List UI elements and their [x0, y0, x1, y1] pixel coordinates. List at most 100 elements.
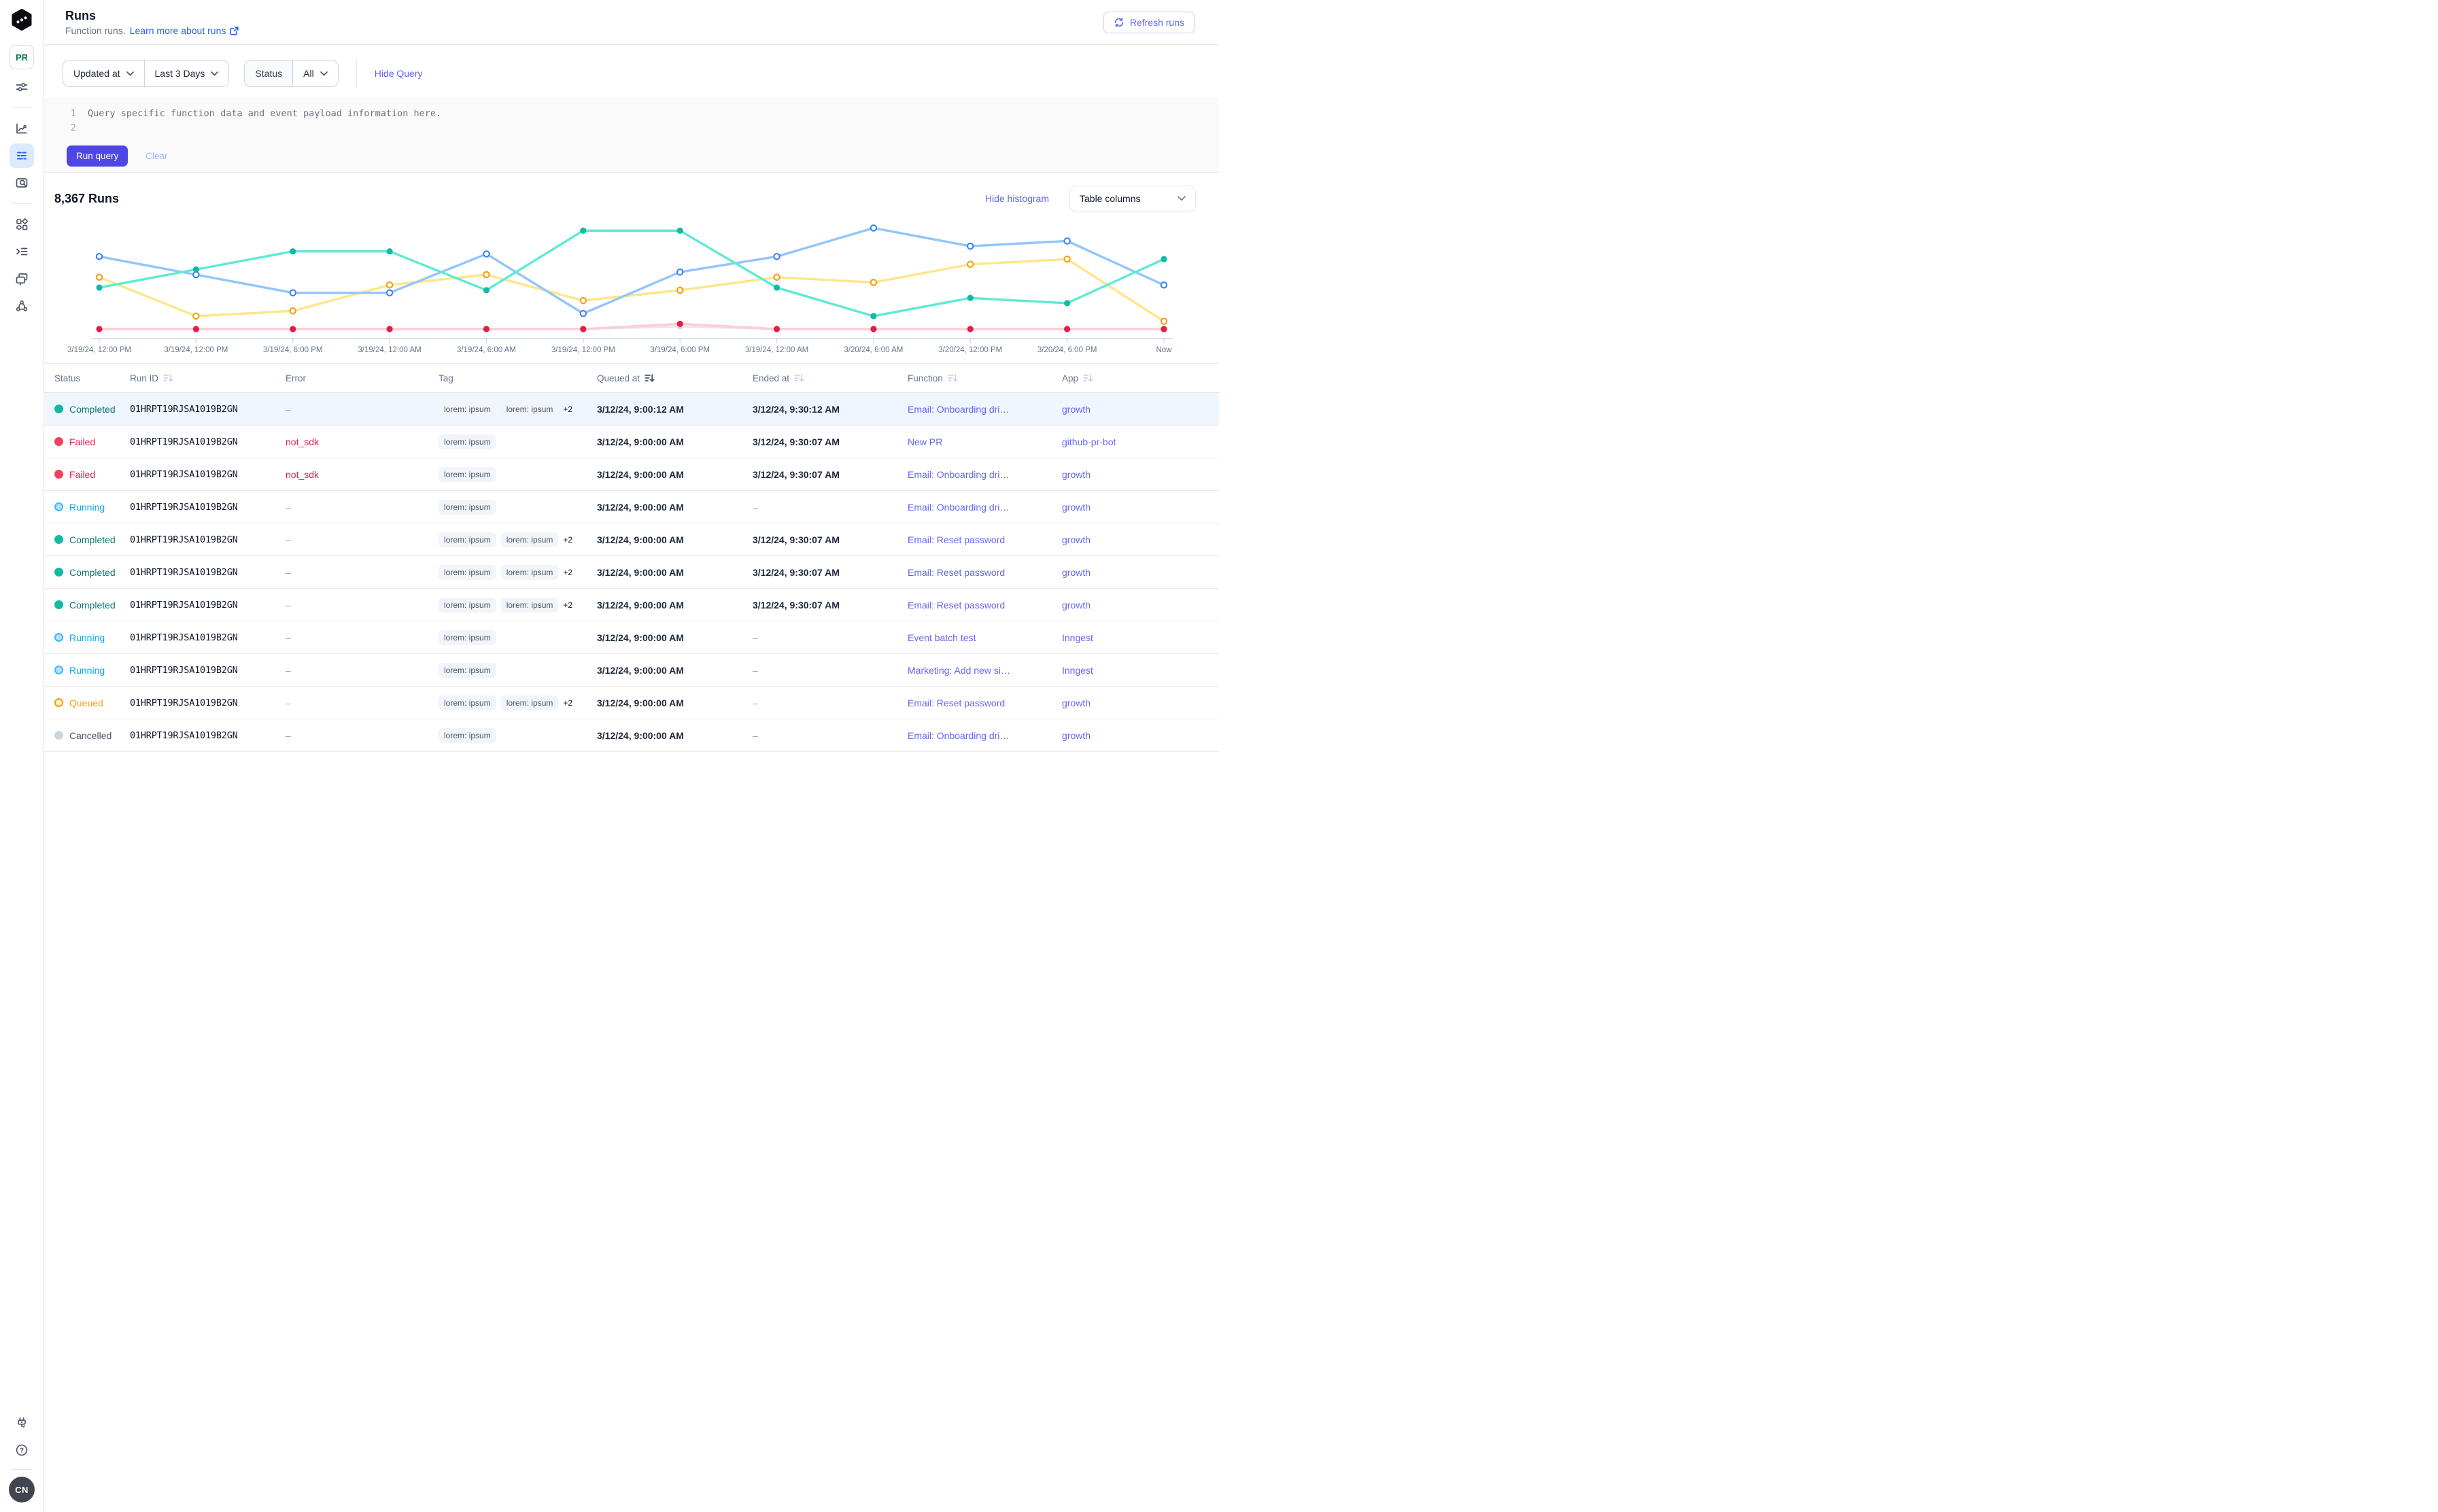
clear-query-button[interactable]: Clear — [145, 151, 167, 161]
table-row[interactable]: Completed01HRPT19RJSA1019B2GN–lorem: ips… — [44, 523, 1219, 556]
chart-point-completed[interactable] — [580, 228, 586, 234]
cell-function-link[interactable]: Email: Reset password — [908, 567, 1062, 578]
chart-point-failed[interactable] — [580, 326, 586, 332]
sidebar-item-webhooks[interactable] — [10, 294, 34, 318]
table-columns-dropdown[interactable]: Table columns — [1069, 186, 1196, 211]
chart-point-queued[interactable] — [581, 298, 586, 303]
chart-point-queued[interactable] — [677, 288, 683, 293]
time-field-dropdown[interactable]: Updated at — [63, 61, 144, 86]
chart-point-running[interactable] — [193, 272, 199, 277]
chart-point-queued[interactable] — [387, 282, 392, 288]
status-filter-dropdown[interactable]: All — [292, 61, 338, 86]
chart-point-failed[interactable] — [1064, 326, 1070, 332]
chart-point-running[interactable] — [774, 254, 779, 259]
chart-point-running[interactable] — [483, 251, 489, 256]
chart-point-queued[interactable] — [967, 262, 973, 267]
sidebar-item-filters[interactable] — [10, 75, 34, 99]
chart-point-queued[interactable] — [483, 272, 489, 277]
chart-point-running[interactable] — [290, 290, 296, 295]
chart-point-completed[interactable] — [290, 248, 296, 254]
table-row[interactable]: Running01HRPT19RJSA1019B2GN–lorem: ipsum… — [44, 654, 1219, 687]
chart-point-completed[interactable] — [96, 284, 102, 290]
table-row[interactable]: Failed01HRPT19RJSA1019B2GNnot_sdklorem: … — [44, 426, 1219, 458]
chart-point-completed[interactable] — [386, 248, 392, 254]
sidebar-item-events[interactable] — [10, 239, 34, 264]
cell-app-link[interactable]: growth — [1062, 404, 1219, 415]
chart-point-queued[interactable] — [774, 275, 779, 280]
inngest-logo-icon[interactable] — [10, 8, 33, 31]
chart-point-failed[interactable] — [677, 321, 683, 327]
cell-function-link[interactable]: Email: Reset password — [908, 698, 1062, 708]
chart-point-completed[interactable] — [483, 287, 490, 293]
cell-function-link[interactable]: Marketing: Add new si… — [908, 665, 1062, 676]
chart-point-failed[interactable] — [96, 326, 102, 332]
column-header-ended-at[interactable]: Ended at — [753, 373, 908, 383]
cell-app-link[interactable]: Inngest — [1062, 665, 1219, 676]
cell-app-link[interactable]: growth — [1062, 730, 1219, 741]
cell-function-link[interactable]: Email: Reset password — [908, 534, 1062, 545]
chart-point-queued[interactable] — [871, 279, 876, 285]
chart-point-failed[interactable] — [483, 326, 490, 332]
sidebar-item-integrations[interactable] — [10, 1411, 34, 1435]
refresh-runs-button[interactable]: Refresh runs — [1103, 12, 1195, 33]
cell-function-link[interactable]: Email: Onboarding dri… — [908, 730, 1062, 741]
time-range-dropdown[interactable]: Last 3 Days — [144, 61, 229, 86]
cell-app-link[interactable]: growth — [1062, 698, 1219, 708]
chart-point-running[interactable] — [967, 243, 973, 249]
chart-point-running[interactable] — [677, 269, 683, 275]
chart-point-completed[interactable] — [1161, 256, 1167, 262]
table-row[interactable]: Running01HRPT19RJSA1019B2GN–lorem: ipsum… — [44, 621, 1219, 654]
chart-point-completed[interactable] — [193, 267, 199, 273]
chart-point-failed[interactable] — [193, 326, 199, 332]
sidebar-item-apps[interactable] — [10, 212, 34, 237]
cell-function-link[interactable]: Event batch test — [908, 632, 1062, 643]
chart-point-queued[interactable] — [1064, 256, 1069, 262]
chart-point-failed[interactable] — [1161, 326, 1167, 332]
learn-more-link[interactable]: Learn more about runs — [130, 25, 240, 36]
chart-point-running[interactable] — [387, 290, 392, 295]
sidebar-item-runs[interactable] — [10, 143, 34, 168]
column-header-queued-at[interactable]: Queued at — [597, 373, 753, 383]
column-header-run-id[interactable]: Run ID — [130, 373, 286, 383]
chart-point-queued[interactable] — [97, 275, 102, 280]
chart-point-failed[interactable] — [774, 326, 780, 332]
column-header-app[interactable]: App — [1062, 373, 1219, 383]
chart-point-completed[interactable] — [967, 295, 974, 301]
chart-point-completed[interactable] — [677, 228, 683, 234]
sidebar-item-help[interactable]: ? — [10, 1438, 34, 1462]
environment-badge[interactable]: PR — [10, 45, 34, 69]
chart-point-queued[interactable] — [1161, 318, 1167, 324]
table-row[interactable]: Completed01HRPT19RJSA1019B2GN–lorem: ips… — [44, 393, 1219, 426]
table-row[interactable]: Queued01HRPT19RJSA1019B2GN–lorem: ipsuml… — [44, 687, 1219, 719]
chart-point-running[interactable] — [871, 225, 876, 230]
run-query-button[interactable]: Run query — [67, 145, 128, 167]
hide-query-link[interactable]: Hide Query — [375, 68, 423, 79]
table-row[interactable]: Cancelled01HRPT19RJSA1019B2GN–lorem: ips… — [44, 719, 1219, 752]
chart-point-failed[interactable] — [870, 326, 876, 332]
chart-point-queued[interactable] — [290, 308, 296, 313]
cell-app-link[interactable]: growth — [1062, 469, 1219, 480]
chart-point-failed[interactable] — [967, 326, 974, 332]
chart-point-completed[interactable] — [870, 313, 876, 319]
cell-function-link[interactable]: Email: Reset password — [908, 600, 1062, 611]
table-row[interactable]: Completed01HRPT19RJSA1019B2GN–lorem: ips… — [44, 589, 1219, 621]
cell-function-link[interactable]: Email: Onboarding dri… — [908, 502, 1062, 513]
chart-point-failed[interactable] — [290, 326, 296, 332]
sidebar-item-debugger[interactable] — [10, 171, 34, 195]
cell-function-link[interactable]: Email: Onboarding dri… — [908, 469, 1062, 480]
chart-point-queued[interactable] — [193, 313, 199, 319]
chart-point-running[interactable] — [97, 254, 102, 259]
table-row[interactable]: Failed01HRPT19RJSA1019B2GNnot_sdklorem: … — [44, 458, 1219, 491]
cell-app-link[interactable]: growth — [1062, 534, 1219, 545]
column-header-function[interactable]: Function — [908, 373, 1062, 383]
chart-point-completed[interactable] — [1064, 300, 1070, 306]
hide-histogram-link[interactable]: Hide histogram — [985, 193, 1049, 204]
user-avatar[interactable]: CN — [9, 1477, 35, 1502]
cell-function-link[interactable]: New PR — [908, 436, 1062, 447]
chart-point-failed[interactable] — [386, 326, 392, 332]
cell-app-link[interactable]: growth — [1062, 567, 1219, 578]
chart-point-running[interactable] — [581, 311, 586, 316]
sidebar-item-deploys[interactable] — [10, 267, 34, 291]
query-editor[interactable]: 1 Query specific function data and event… — [44, 98, 1219, 173]
chart-point-running[interactable] — [1064, 238, 1069, 243]
